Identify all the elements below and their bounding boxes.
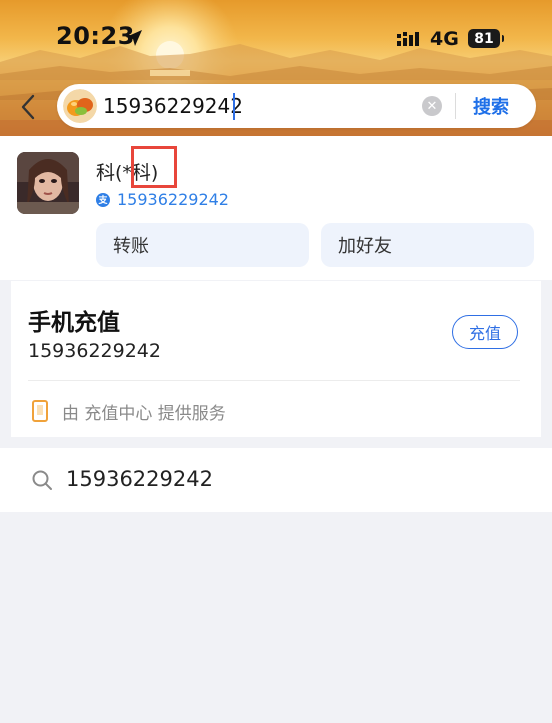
battery-icon: 81	[468, 29, 504, 48]
contact-phone: 15936229242	[117, 190, 229, 209]
recharge-phone: 15936229242	[28, 340, 161, 362]
phone-icon	[32, 400, 48, 422]
network-type: 4G	[430, 28, 459, 50]
divider	[28, 380, 520, 381]
text-cursor	[233, 93, 235, 120]
alipay-badge-icon: 支	[96, 192, 110, 207]
search-divider	[455, 93, 456, 119]
search-suggestion-row[interactable]: 15936229242	[0, 448, 552, 512]
suggestion-text: 15936229242	[66, 467, 213, 491]
clear-search-icon[interactable]: ✕	[422, 96, 442, 116]
search-button[interactable]: 搜索	[473, 93, 509, 119]
battery-level: 81	[474, 30, 494, 47]
contact-avatar	[17, 152, 79, 214]
back-arrow-icon[interactable]	[16, 92, 42, 122]
search-icon	[32, 470, 52, 490]
recharge-button[interactable]: 充值	[452, 315, 518, 349]
contact-result-card[interactable]: 科(*科) 支 15936229242 转账 加好友	[0, 136, 552, 280]
fruit-avatar-icon	[63, 89, 97, 123]
recharge-title: 手机充值	[28, 310, 120, 336]
contact-phone-row: 支 15936229242	[96, 190, 229, 209]
signal-strength-icon	[397, 32, 419, 46]
transfer-button[interactable]: 转账	[96, 223, 309, 267]
header: 20:23 4G 81 ✕ 搜索	[0, 0, 552, 136]
search-input[interactable]	[103, 90, 418, 122]
highlight-annotation-box	[131, 146, 177, 188]
add-friend-button[interactable]: 加好友	[321, 223, 534, 267]
location-arrow-icon	[126, 30, 142, 46]
search-bar: ✕ 搜索	[57, 84, 536, 128]
mobile-recharge-card[interactable]: 手机充值 15936229242 充值 由 充值中心 提供服务	[11, 281, 541, 437]
provider-text: 由 充值中心 提供服务	[62, 404, 226, 424]
